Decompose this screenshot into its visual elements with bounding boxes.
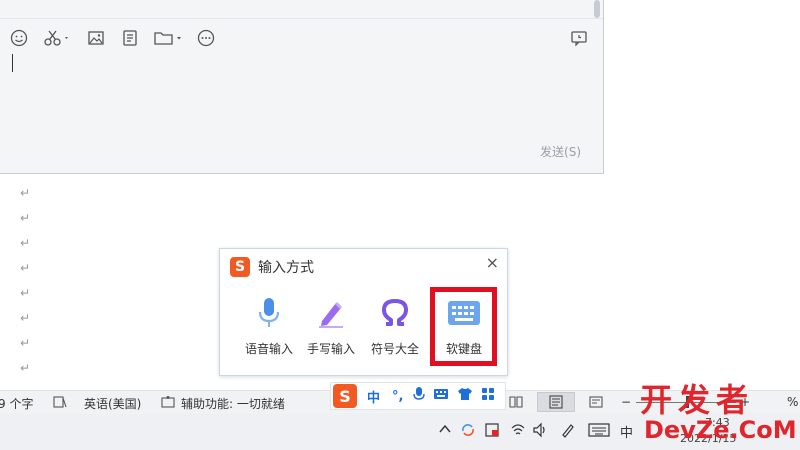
folder-icon[interactable] [152, 26, 186, 50]
omega-icon [365, 295, 425, 331]
watermark-line1: 开发者 [640, 381, 755, 419]
paragraph-mark: ↵ [20, 211, 31, 225]
history-icon[interactable] [568, 26, 590, 50]
sogou-logo-icon: S [230, 257, 250, 277]
paragraph-mark: ↵ [20, 261, 31, 275]
paragraph-mark: ↵ [20, 236, 31, 250]
option-label: 语音输入 [244, 342, 293, 356]
print-layout-button[interactable] [537, 392, 575, 412]
scissors-icon[interactable] [42, 26, 72, 50]
pen-workspace-icon[interactable] [560, 422, 576, 442]
send-button[interactable]: 发送(S) [540, 143, 581, 160]
highlight-box [430, 287, 497, 366]
web-layout-icon[interactable] [588, 395, 604, 412]
wifi-icon[interactable] [510, 422, 526, 442]
chevron-up-icon[interactable] [438, 422, 452, 440]
touch-keyboard-icon[interactable] [588, 422, 610, 442]
watermark-line2: DevZe.CoM [644, 416, 797, 444]
image-icon[interactable] [86, 26, 106, 50]
scrollbar-thumb[interactable] [594, 0, 600, 18]
microphone-icon[interactable] [413, 386, 426, 406]
accessibility-icon[interactable] [160, 395, 176, 412]
option-label: 符号大全 [370, 342, 419, 356]
zoom-out-button[interactable]: − [621, 395, 631, 409]
option-symbols[interactable]: 符号大全 [365, 295, 425, 357]
screen: 发送(S) ↵ ↵ ↵ ↵ ↵ ↵ ↵ ↵ S 输入方式 × 语音输入 手写输入 [0, 0, 800, 450]
text-caret[interactable] [12, 54, 13, 72]
ime-toolbar: S 中 °, [330, 382, 506, 410]
chat-window: 发送(S) [0, 0, 604, 174]
more-icon[interactable] [195, 26, 217, 50]
popup-title: 输入方式 [258, 260, 314, 276]
close-button[interactable]: × [486, 253, 499, 272]
message-area-bottom [0, 0, 603, 19]
volume-icon[interactable] [532, 422, 548, 442]
punctuation-icon[interactable]: °, [392, 389, 403, 404]
watermark: 开发者 DevZe.CoM [640, 383, 800, 445]
paragraph-mark: ↵ [20, 336, 31, 350]
sync-icon[interactable] [460, 422, 476, 442]
keyboard-icon[interactable] [433, 388, 449, 404]
ime-input-method-popup: S 输入方式 × 语音输入 手写输入 符号大全 软键盘 [219, 248, 508, 376]
chinese-mode-toggle[interactable]: 中 [367, 387, 380, 406]
language-indicator[interactable]: 英语(美国) [84, 395, 141, 412]
accessibility-status[interactable]: 辅助功能: 一切就绪 [181, 395, 285, 412]
toolbox-grid-icon[interactable] [481, 387, 495, 405]
spellcheck-icon[interactable] [52, 395, 68, 412]
pen-icon [301, 295, 361, 331]
word-count[interactable]: 9 个字 [0, 395, 33, 412]
security-icon[interactable] [484, 422, 500, 442]
microphone-icon [239, 295, 299, 331]
ime-language-indicator[interactable]: 中 [620, 422, 633, 441]
option-label: 手写输入 [306, 342, 355, 356]
paragraph-mark: ↵ [20, 361, 31, 375]
read-mode-icon[interactable] [508, 395, 524, 412]
paragraph-mark: ↵ [20, 311, 31, 325]
popup-header: S 输入方式 [230, 257, 314, 277]
paragraph-mark: ↵ [20, 286, 31, 300]
skin-shirt-icon[interactable] [457, 387, 473, 405]
document-icon[interactable] [120, 26, 140, 50]
sogou-logo-icon[interactable]: S [333, 384, 357, 408]
emoji-icon[interactable] [8, 26, 30, 50]
option-handwriting-input[interactable]: 手写输入 [301, 295, 361, 357]
chat-toolbar [0, 26, 600, 50]
paragraph-mark: ↵ [20, 186, 31, 200]
option-voice-input[interactable]: 语音输入 [239, 295, 299, 357]
